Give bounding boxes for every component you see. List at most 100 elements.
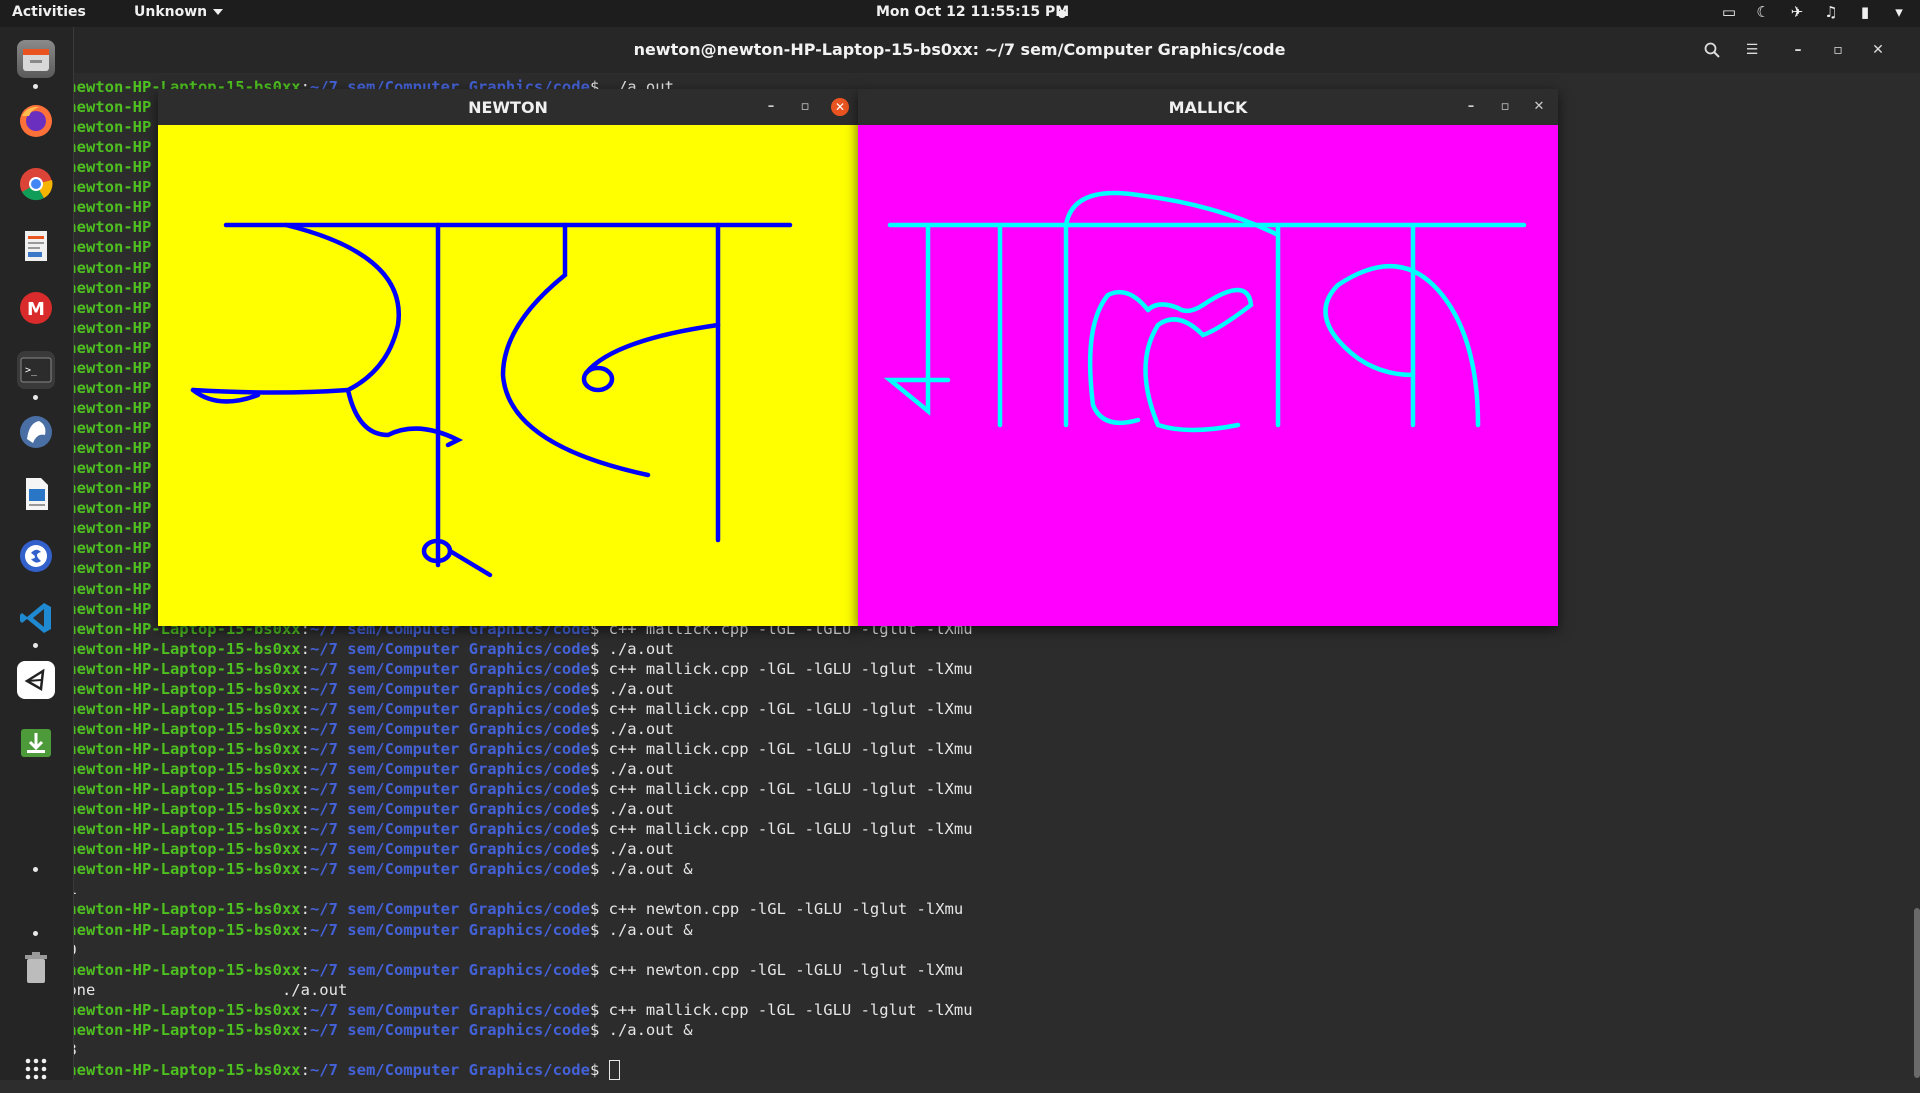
prompt-command: ./a.out [608,840,674,859]
prompt-command: c++ newton.cpp -lGL -lGLU -lglut -lXmu [608,900,964,919]
minimize-icon[interactable]: – [1783,36,1813,64]
minimize-icon[interactable]: – [759,95,783,119]
prompt-path: ~/7 sem/Computer Graphics/code [309,1060,590,1079]
terminal-prompt-line: newton@newton-HP-Laptop-15-bs0xx:~/7 sem… [2,960,964,979]
close-icon[interactable]: ✕ [1527,95,1551,119]
installer-icon[interactable] [17,723,55,761]
inkscape-icon[interactable] [17,413,55,451]
show-apps-icon[interactable] [17,1051,55,1089]
terminal-prompt-line: newton@newton-HP-Laptop-15-bs0xx:~/7 sem… [2,719,674,738]
running-indicator [33,643,38,648]
terminal-prompt-line: newton@newton-HP-Laptop-15-bs0xx:~/7 sem… [2,780,973,799]
volume-icon[interactable]: ♫ [1822,3,1840,21]
simplenote-icon[interactable] [17,537,55,575]
screen-share-icon[interactable]: ▭ [1720,3,1738,21]
terminal-title: newton@newton-HP-Laptop-15-bs0xx: ~/7 se… [633,40,1286,59]
terminal-prompt-line: newton@newton-HP-Laptop-15-bs0xx:~/7 sem… [2,900,964,919]
prompt-command: c++ mallick.cpp -lGL -lGLU -lglut -lXmu [608,739,973,758]
scrollbar[interactable] [1914,908,1920,1078]
battery-icon[interactable]: ▮ [1856,3,1874,21]
prompt-command: c++ mallick.cpp -lGL -lGLU -lglut -lXmu [608,780,973,799]
libreoffice-writer-icon[interactable] [17,475,55,513]
terminal-icon[interactable]: >_ [17,351,55,389]
terminal-prompt-line: newton@newton-HP-Laptop-15-bs0xx:~/7 sem… [2,1020,693,1039]
airplane-mode-icon[interactable]: ✈ [1788,3,1806,21]
notification-dot-icon [1058,10,1066,18]
prompt-command: c++ newton.cpp -lGL -lGLU -lglut -lXmu [608,960,964,979]
terminal-prompt-line: newton@newton-HP-Laptop-15-bs0xx:~/7 sem… [2,659,973,678]
prompt-path: ~/7 sem/Computer Graphics/code [309,960,590,979]
prompt-command: ./a.out [608,760,674,779]
newton-canvas [158,125,858,626]
terminal-prompt-line: newton@newton-HP-Laptop-15-bs0xx:~/7 sem… [2,679,674,698]
close-icon[interactable]: ✕ [831,98,849,116]
system-tray: ▭ ☾ ✈ ♫ ▮ ▾ [1720,3,1908,21]
prompt-command: ./a.out [608,719,674,738]
trash-icon[interactable] [17,949,55,987]
terminal-prompt-line: newton@newton-HP-Laptop-15-bs0xx:~/7 sem… [2,639,674,658]
firefox-icon[interactable] [17,102,55,140]
prompt-path: ~/7 sem/Computer Graphics/code [309,739,590,758]
minimize-icon[interactable]: – [1459,95,1483,119]
prompt-path: ~/7 sem/Computer Graphics/code [309,679,590,698]
prompt-path: ~/7 sem/Computer Graphics/code [309,1020,590,1039]
gmail-icon[interactable]: M [17,289,55,327]
running-indicator [33,867,38,872]
terminal-cursor[interactable] [608,1060,620,1081]
files-icon[interactable] [17,40,55,78]
terminal-prompt-line: newton@newton-HP-Laptop-15-bs0xx:~/7 sem… [2,820,973,839]
mallick-window-title: MALLICK [1168,98,1248,117]
close-icon[interactable]: ✕ [1863,36,1893,64]
hamburger-menu-icon[interactable]: ☰ [1737,36,1767,64]
prompt-path: ~/7 sem/Computer Graphics/code [309,840,590,859]
dock: M >_ [0,27,74,1080]
prompt-path: ~/7 sem/Computer Graphics/code [309,860,590,879]
svg-text:>_: >_ [25,365,38,376]
newton-window[interactable]: NEWTON – ▫ ✕ [158,89,858,626]
chrome-icon[interactable] [17,165,55,203]
terminal-prompt-line: newton@newton-HP-Laptop-15-bs0xx:~/7 sem… [2,760,674,779]
newton-canvas-background [158,125,858,626]
prompt-command: ./a.out & [608,920,693,939]
top-bar: Activities Unknown Mon Oct 12 11:55:15 P… [0,0,1920,27]
terminal-prompt-line: newton@newton-HP-Laptop-15-bs0xx:~/7 sem… [2,860,693,879]
terminal-prompt-line: newton@newton-HP-Laptop-15-bs0xx:~/7 sem… [2,800,674,819]
terminal-prompt-line: newton@newton-HP-Laptop-15-bs0xx:~/7 sem… [2,739,973,758]
newton-window-title: NEWTON [468,98,548,117]
prompt-path: ~/7 sem/Computer Graphics/code [309,760,590,779]
maximize-icon[interactable]: ▫ [793,95,817,119]
prompt-command: ./a.out & [608,1020,693,1039]
search-icon[interactable] [1697,36,1727,64]
mallick-window-header[interactable]: MALLICK – ▫ ✕ [858,89,1558,125]
unity-icon[interactable] [17,661,55,699]
mallick-canvas [858,125,1558,626]
app-menu[interactable]: Unknown [134,4,224,20]
prompt-command: ./a.out & [608,860,693,879]
svg-text:M: M [27,299,45,320]
clock[interactable]: Mon Oct 12 11:55:15 PM [876,4,1069,20]
vscode-icon[interactable] [17,599,55,637]
prompt-command: c++ mallick.cpp -lGL -lGLU -lglut -lXmu [608,699,973,718]
night-light-icon[interactable]: ☾ [1754,3,1772,21]
newton-window-header[interactable]: NEWTON – ▫ ✕ [158,89,858,125]
app-menu-label: Unknown [134,4,208,20]
document-viewer-icon[interactable] [17,227,55,265]
mallick-window[interactable]: MALLICK – ▫ ✕ [858,89,1558,626]
prompt-command: c++ mallick.cpp -lGL -lGLU -lglut -lXmu [608,659,973,678]
maximize-icon[interactable]: ▫ [1823,36,1853,64]
prompt-path: ~/7 sem/Computer Graphics/code [309,800,590,819]
maximize-icon[interactable]: ▫ [1493,95,1517,119]
prompt-command: c++ mallick.cpp -lGL -lGLU -lglut -lXmu [608,820,973,839]
prompt-path: ~/7 sem/Computer Graphics/code [309,1000,590,1019]
prompt-path: ~/7 sem/Computer Graphics/code [309,699,590,718]
terminal-prompt-line: newton@newton-HP-Laptop-15-bs0xx:~/7 sem… [2,699,973,718]
terminal-prompt-line: newton@newton-HP-Laptop-15-bs0xx:~/7 sem… [2,840,674,859]
terminal-prompt-line: newton@newton-HP-Laptop-15-bs0xx:~/7 sem… [2,920,693,939]
running-indicator [33,84,38,89]
prompt-command: ./a.out [608,800,674,819]
prompt-command: ./a.out [608,639,674,658]
system-menu-chevron-icon[interactable]: ▾ [1890,3,1908,21]
prompt-path: ~/7 sem/Computer Graphics/code [309,820,590,839]
terminal-prompt-line: newton@newton-HP-Laptop-15-bs0xx:~/7 sem… [2,1060,620,1081]
activities-button[interactable]: Activities [12,4,86,20]
